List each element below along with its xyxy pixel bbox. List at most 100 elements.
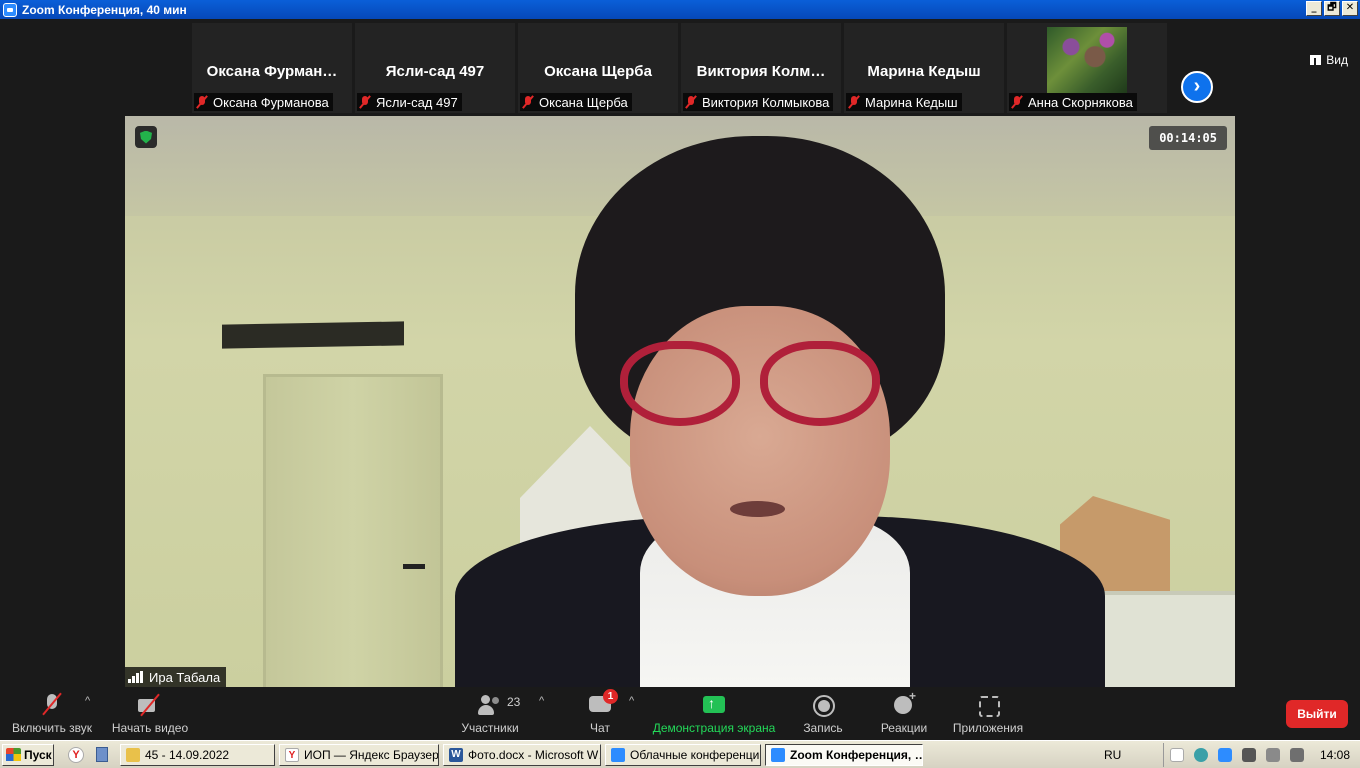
apps-button[interactable]: Приложения [950,687,1026,740]
participant-tile[interactable]: Виктория Колм… Виктория Колмыкова [681,23,841,113]
yandex-icon: Y [285,747,299,762]
participant-tag: Оксана Фурманова [194,93,333,111]
signal-strength-icon [128,671,144,683]
share-screen-icon [701,692,727,718]
taskbar-item-zoom-meeting[interactable]: Zoom Конференция, … [765,743,923,766]
mic-muted-icon [39,692,65,718]
minimize-button[interactable]: _ [1306,1,1322,16]
share-screen-button[interactable]: Демонстрация экрана [652,687,776,740]
participant-tag: Марина Кедыш [846,93,962,111]
windows-logo-icon [6,748,21,761]
volume-icon[interactable] [1265,748,1280,762]
zoom-tray-icon[interactable] [1217,748,1232,762]
restore-button[interactable]: 🗗 [1324,1,1340,16]
title-bar: Zoom Конференция, 40 мин _ 🗗 ✕ [0,0,1360,19]
participant-display-name: Марина Кедыш [867,63,981,80]
speaker-mouth [730,501,785,517]
taskbar-item-label: Фото.docx - Microsoft W… [468,747,601,762]
video-vent [222,321,404,349]
video-door [263,374,443,687]
word-icon: W [449,747,463,762]
window-controls: _ 🗗 ✕ [1306,1,1358,16]
gallery-strip: Оксана Фурман… Оксана Фурманова Ясли-сад… [0,19,1360,116]
reactions-icon [891,689,917,718]
participant-display-name: Оксана Щерба [544,63,652,80]
participant-tag: Оксана Щерба [520,93,632,111]
participant-name: Оксана Щерба [539,94,628,110]
participant-tag: Ясли-сад 497 [357,93,462,111]
windows-taskbar: Пуск Y 45 - 14.09.2022 Y ИОП — Яндекс Бр… [0,740,1360,768]
folder-icon [126,747,140,762]
window-title: Zoom Конференция, 40 мин [22,2,187,17]
chat-label: Чат [590,721,610,735]
network-tray-icon[interactable] [1241,748,1256,762]
chat-button[interactable]: 1 Чат [585,687,618,740]
apps-icon [975,692,1001,718]
participant-tag: Анна Скорнякова [1009,93,1137,111]
view-label: Вид [1326,53,1348,67]
participant-tile[interactable]: Оксана Щерба Оксана Щерба [518,23,678,113]
speaker-glasses [620,341,880,426]
taskbar-item-label: 45 - 14.09.2022 [145,747,230,762]
zoom-window: Zoom Конференция, 40 мин _ 🗗 ✕ Оксана Фу… [0,0,1360,768]
mic-muted-icon [196,95,208,109]
display-tray-icon[interactable] [1289,748,1304,762]
taskbar-item-folder[interactable]: 45 - 14.09.2022 [120,743,275,766]
grid-view-icon [1310,55,1322,65]
close-button[interactable]: ✕ [1342,1,1358,16]
language-indicator[interactable]: RU [1104,748,1121,762]
glasses-lens-left [620,341,740,426]
start-video-label: Начать видео [111,721,189,735]
zoom-icon [611,747,625,762]
glasses-lens-right [760,341,880,426]
participant-tile[interactable]: Марина Кедыш Марина Кедыш [844,23,1004,113]
participant-name: Марина Кедыш [865,94,958,110]
record-button[interactable]: Запись [800,687,846,740]
unmute-label: Включить звук [11,721,93,735]
active-speaker-video[interactable]: 00:14:05 Ира Табала [125,116,1235,687]
start-label: Пуск [24,747,52,762]
participant-display-name: Ясли-сад 497 [385,63,485,80]
audio-options-caret[interactable]: ^ [85,695,90,707]
taskbar-item-word[interactable]: W Фото.docx - Microsoft W… [443,743,601,766]
speaker-tag: Ира Табала [125,667,227,687]
security-button[interactable] [135,126,157,148]
calculator-quicklaunch-icon[interactable] [96,747,108,762]
participant-display-name: Оксана Фурман… [206,63,338,80]
chat-caret[interactable]: ^ [629,695,634,707]
participants-caret[interactable]: ^ [539,695,544,707]
start-button[interactable]: Пуск [2,743,54,766]
participant-name: Виктория Колмыкова [702,94,830,110]
yandex-tray-icon[interactable] [1169,748,1184,762]
speaker-name: Ира Табала [149,669,221,685]
view-button[interactable]: Вид [1310,53,1348,67]
taskbar-item-browser[interactable]: Y ИОП — Яндекс Браузер [279,743,439,766]
participants-icon [477,692,503,718]
leave-button[interactable]: Выйти [1286,700,1348,728]
participant-name: Ясли-сад 497 [376,94,458,110]
meeting-timer: 00:14:05 [1149,126,1227,150]
mic-muted-icon [685,95,697,109]
participant-tile[interactable]: Ясли-сад 497 Ясли-сад 497 [355,23,515,113]
participant-tile[interactable]: Анна Скорнякова [1007,23,1167,113]
chevron-right-icon: › [1193,75,1201,97]
participant-display-name: Виктория Колм… [696,63,826,80]
system-tray: RU 14:08 [1104,743,1360,767]
video-door-handle [403,564,425,569]
start-video-button[interactable]: Начать видео [110,687,190,740]
gallery-next-button[interactable]: › [1181,71,1213,103]
browser-tray-icon[interactable] [1193,748,1208,762]
shield-check-icon [140,130,152,144]
participants-count: 23 [507,695,521,709]
taskbar-item-zoom-cloud[interactable]: Облачные конференци… [605,743,761,766]
taskbar-item-label: ИОП — Яндекс Браузер [304,747,439,762]
participant-tile[interactable]: Оксана Фурман… Оксана Фурманова [192,23,352,113]
reactions-button[interactable]: Реакции [878,687,930,740]
zoom-app-icon [3,2,17,17]
unmute-button[interactable]: Включить звук [10,687,94,740]
taskbar-item-label: Облачные конференци… [630,747,761,762]
zoom-icon [771,747,785,762]
participant-name: Анна Скорнякова [1028,94,1133,110]
chat-icon: 1 [587,689,618,718]
yandex-quicklaunch-icon[interactable]: Y [68,746,84,763]
